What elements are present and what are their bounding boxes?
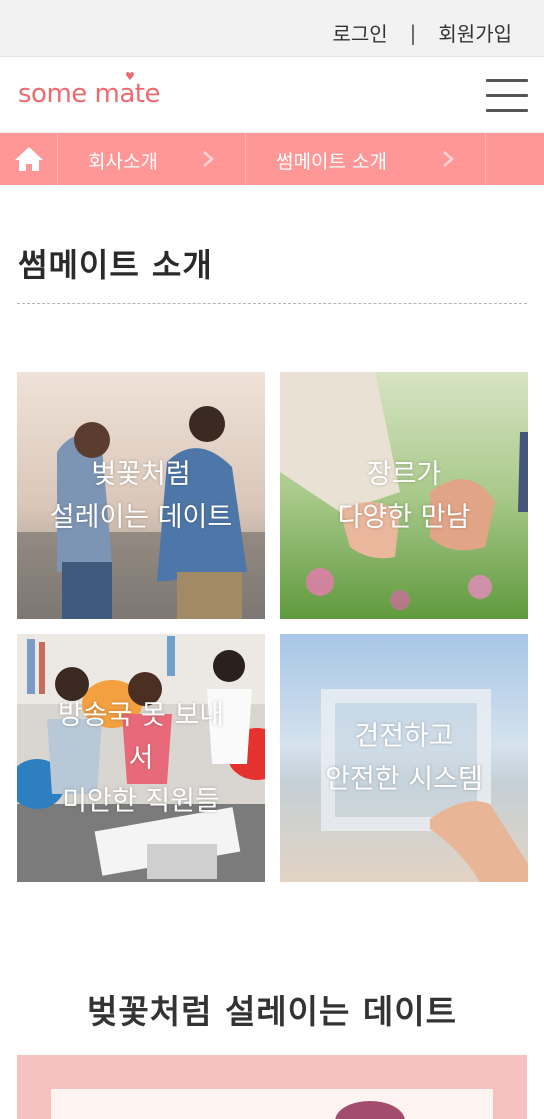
tile-staff[interactable]: 방송국 못 보내 서 미안한 직원들 [17,634,265,882]
breadcrumb-item-label: 회사소개 [88,151,158,173]
signup-link[interactable]: 회원가입 [438,18,512,47]
link-separator: | [409,20,417,45]
breadcrumb-item-label: 썸메이트 소개 [276,151,387,173]
logo-heart-icon: ♥ [125,70,135,83]
site-logo[interactable]: some mate ♥ [18,70,161,109]
breadcrumb-item-somemate[interactable]: 썸메이트 소개 [246,133,486,185]
tile-caption: 건전하고 안전한 시스템 [325,721,483,795]
title-divider [17,303,527,304]
section-banner-image [17,1055,527,1119]
tile-date[interactable]: 벚꽃처럼 설레이는 데이트 [17,372,265,619]
top-utility-bar: 로그인 | 회원가입 [0,0,544,57]
tile-caption: 벚꽃처럼 설레이는 데이트 [49,458,233,533]
login-link[interactable]: 로그인 [332,18,387,47]
site-header: some mate ♥ [0,57,544,133]
breadcrumb-item-company[interactable]: 회사소개 [58,133,246,185]
section-title: 벚꽃처럼 설레이는 데이트 [87,992,457,1031]
tile-various-meetings[interactable]: 장르가 다양한 만남 [280,372,528,619]
tile-safe-system[interactable]: 건전하고 안전한 시스템 [280,634,528,882]
breadcrumb: 회사소개 썸메이트 소개 [0,133,544,185]
tile-caption: 방송국 못 보내 서 미안한 직원들 [57,699,225,817]
tile-caption: 장르가 다양한 만남 [337,458,471,533]
home-icon [14,147,43,171]
chevron-right-icon [443,151,454,167]
auth-links: 로그인 | 회원가입 [332,18,512,47]
chevron-right-icon [203,151,214,167]
breadcrumb-home[interactable] [0,133,58,185]
hamburger-menu-icon[interactable] [486,79,528,113]
logo-text: some mate [18,79,161,109]
page-title: 썸메이트 소개 [18,246,213,284]
